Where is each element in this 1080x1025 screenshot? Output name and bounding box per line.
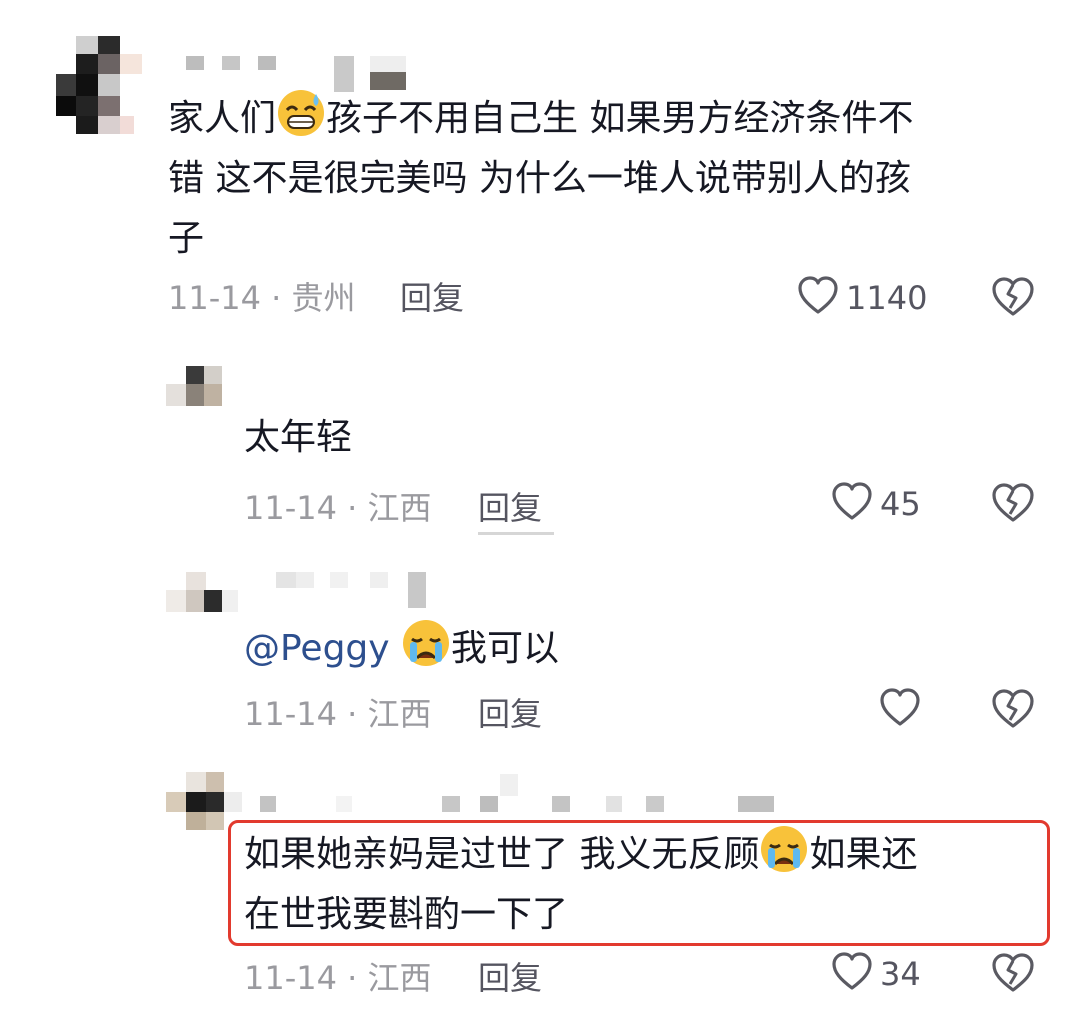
reply-button[interactable]: 回复: [400, 278, 464, 318]
mention-link[interactable]: @Peggy: [244, 628, 390, 669]
crying-emoji-icon: [401, 618, 451, 668]
grinning-sweat-emoji-icon: [276, 88, 326, 138]
like-count: 1140: [846, 279, 928, 317]
dislike-button[interactable]: [990, 950, 1038, 998]
comment-text: @Peggy 我可以: [244, 618, 559, 679]
heart-icon: [830, 950, 874, 998]
comment-text: 家人们 孩子不用自己生 如果男方经济条件不 错 这不是很完美吗 为什么一堆人说带别…: [168, 88, 913, 269]
comment-text-line: 错 这不是很完美吗 为什么一堆人说带别人的孩: [168, 158, 911, 199]
broken-heart-icon: [990, 689, 1036, 736]
comment-date-location: 11-14 · 江西: [244, 959, 432, 997]
heart-icon: [830, 480, 874, 528]
like-count: 45: [880, 485, 921, 523]
comment-date-location: 11-14 · 江西: [244, 489, 432, 527]
comment-text-segment: 孩子不用自己生 如果男方经济条件不: [326, 98, 914, 139]
comment-text-segment: 我可以: [451, 628, 560, 669]
broken-heart-icon: [990, 953, 1036, 1000]
avatar[interactable]: [56, 36, 152, 152]
reply-button[interactable]: 回复: [478, 694, 542, 734]
reply-underline: [478, 532, 554, 535]
heart-icon: [878, 686, 922, 734]
comment-text-segment: 家人们: [168, 98, 277, 139]
comment-text-segment: 如果还: [809, 834, 918, 875]
comment-date-location: 11-14 · 贵州: [168, 279, 356, 317]
comment-text-line: 子: [168, 218, 205, 259]
crying-emoji-icon: [759, 824, 809, 874]
comment-text: 太年轻: [244, 417, 353, 458]
like-button[interactable]: 34: [830, 950, 921, 998]
heart-icon: [796, 274, 840, 322]
dislike-button[interactable]: [990, 480, 1038, 528]
dislike-button[interactable]: [990, 274, 1038, 322]
username[interactable]: [256, 774, 786, 818]
comment-text-line: 在世我要斟酌一下了: [244, 894, 569, 935]
username[interactable]: [274, 570, 434, 610]
comment-text-segment: 如果她亲妈是过世了 我义无反顾: [244, 834, 760, 875]
reply-button[interactable]: 回复: [478, 958, 542, 998]
like-button[interactable]: [878, 686, 928, 734]
dislike-button[interactable]: [990, 686, 1038, 734]
like-button[interactable]: 1140: [796, 274, 927, 322]
broken-heart-icon: [990, 483, 1036, 530]
comment-text: 如果她亲妈是过世了 我义无反顾 如果还 在世我要斟酌一下了: [244, 824, 917, 945]
like-button[interactable]: 45: [830, 480, 921, 528]
avatar[interactable]: [166, 572, 242, 618]
avatar[interactable]: [166, 366, 226, 410]
username[interactable]: [184, 52, 414, 92]
like-count: 34: [880, 955, 921, 993]
comment-date-location: 11-14 · 江西: [244, 695, 432, 733]
reply-button[interactable]: 回复: [478, 488, 542, 528]
broken-heart-icon: [990, 277, 1036, 324]
